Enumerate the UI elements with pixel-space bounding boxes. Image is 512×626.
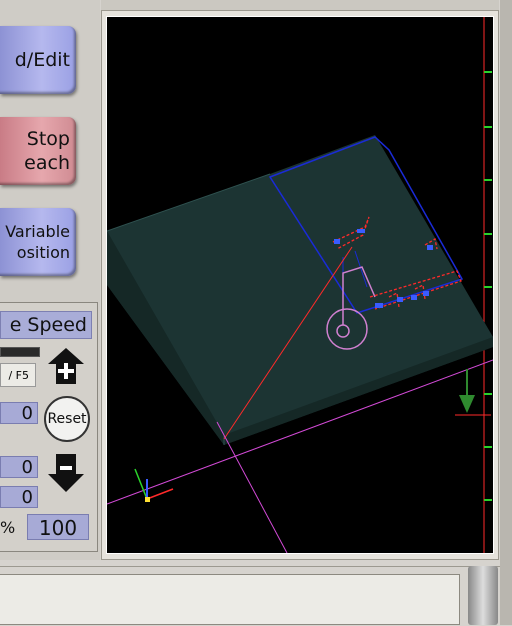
right-axis-ticks (484, 71, 492, 501)
speed-decrease-button[interactable] (46, 452, 86, 492)
scrollbar-thumb[interactable] (468, 566, 498, 625)
speed-value-3[interactable]: 0 (0, 486, 38, 508)
stop-teach-label-2: each (24, 152, 70, 174)
load-edit-label: d/Edit (14, 49, 70, 71)
magenta-axis-2 (216, 421, 288, 554)
viewport-canvas (106, 17, 494, 554)
top-strip (101, 0, 499, 10)
speed-increase-button[interactable] (46, 346, 86, 386)
reset-button[interactable]: Reset (44, 396, 90, 442)
variable-position-label-1: Variable (5, 222, 70, 241)
minus-icon (48, 454, 84, 492)
plate-top-face (107, 135, 493, 445)
speed-value-1[interactable]: 0 (0, 402, 38, 424)
speed-value-2[interactable]: 0 (0, 456, 38, 478)
right-window-chrome (500, 0, 512, 625)
percent-symbol: % (0, 518, 16, 537)
stop-teach-button[interactable]: Stop each (0, 117, 76, 185)
speed-bar (0, 347, 40, 357)
variable-position-button[interactable]: Variable osition (0, 208, 76, 276)
speed-title: e Speed (0, 311, 92, 339)
bottom-text-field[interactable] (0, 574, 460, 625)
percent-value[interactable]: 100 (27, 514, 89, 540)
green-arrow-icon (455, 369, 491, 416)
stop-teach-label-1: Stop (26, 128, 70, 150)
speed-key-hint: / F5 (0, 363, 36, 387)
plus-icon (48, 348, 84, 384)
3d-viewport[interactable] (106, 16, 494, 554)
axis-triad-icon (134, 468, 174, 502)
load-edit-button[interactable]: d/Edit (0, 26, 76, 94)
variable-position-label-2: osition (16, 243, 70, 262)
